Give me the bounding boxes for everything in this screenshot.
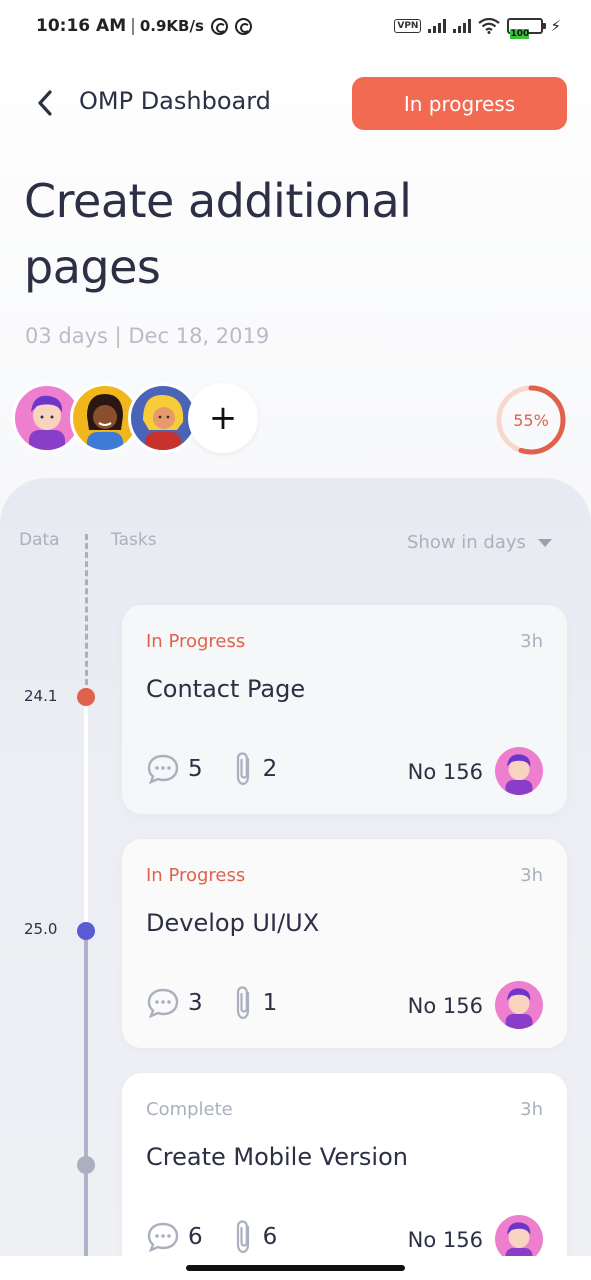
task-status: In Progress (146, 865, 246, 886)
comment-icon (147, 988, 179, 1019)
sync-icon (210, 17, 228, 35)
comment-count: 6 (188, 1224, 203, 1250)
status-bar-right: VPN 100 ⚡ (394, 17, 561, 39)
page-title: Create additional pages (24, 174, 412, 294)
show-in-days-dropdown[interactable]: Show in days (407, 532, 552, 553)
task-meta-row: 5 2 (146, 751, 307, 787)
home-indicator[interactable] (186, 1265, 405, 1271)
sync-icon (234, 17, 252, 35)
battery-level: 100 (510, 29, 530, 39)
task-meta-row: 3 1 (146, 985, 307, 1021)
task-card[interactable]: Complete 3h Create Mobile Version 6 6 No… (122, 1073, 567, 1273)
task-status: Complete (146, 1099, 233, 1120)
comment-count: 5 (188, 756, 203, 782)
task-duration: 3h (520, 631, 543, 652)
assignee-avatar[interactable] (495, 981, 543, 1029)
status-bar-left: 10:16 AM | 0.9KB/s (36, 16, 252, 36)
comment-icon (147, 1222, 179, 1253)
assignee-avatar[interactable] (495, 747, 543, 795)
timeline-date: 25.0 (24, 920, 58, 938)
paperclip-icon (236, 986, 249, 1020)
avatar-illustration (505, 754, 533, 795)
timeline-dashed-line (85, 534, 88, 694)
clock: 10:16 AM (36, 16, 127, 36)
task-meta: 03 days | Dec 18, 2019 (25, 324, 270, 348)
attachment-count: 6 (262, 1224, 278, 1250)
status-bar: 10:16 AM | 0.9KB/s VPN 100 ⚡ (0, 0, 591, 56)
comment-count: 3 (188, 990, 203, 1016)
timeline-line (84, 930, 88, 1260)
network-speed: 0.9KB/s (139, 17, 204, 35)
add-member-button[interactable]: + (188, 383, 258, 453)
ticket-number: No 156 (407, 760, 483, 784)
task-title: Develop UI/UX (146, 909, 320, 937)
ticket-number: No 156 (407, 1228, 483, 1252)
ticket-number: No 156 (407, 994, 483, 1018)
timeline-dot (77, 1156, 95, 1174)
paperclip-icon (236, 752, 249, 786)
vpn-icon: VPN (394, 19, 422, 33)
attachment-count: 1 (262, 990, 278, 1016)
task-card[interactable]: In Progress 3h Contact Page 5 2 No 156 (122, 605, 567, 814)
timeline-dot (77, 922, 95, 940)
chevron-left-icon (38, 90, 52, 116)
header-title: OMP Dashboard (79, 87, 271, 115)
column-header-tasks: Tasks (111, 530, 157, 550)
wifi-icon (478, 18, 501, 34)
task-duration: 3h (520, 865, 543, 886)
progress-label: 55% (513, 410, 549, 430)
task-title: Contact Page (146, 675, 306, 703)
task-title: Create Mobile Version (146, 1143, 408, 1171)
status-separator: | (130, 16, 136, 36)
battery-icon: 100 (507, 18, 547, 39)
back-button[interactable] (30, 86, 62, 120)
team-avatars: + (12, 383, 272, 455)
task-status: In Progress (146, 631, 246, 652)
task-card[interactable]: In Progress 3h Develop UI/UX 3 1 No 156 (122, 839, 567, 1048)
task-duration: 3h (520, 1099, 543, 1120)
avatar-illustration (143, 394, 184, 450)
timeline-line (84, 698, 88, 930)
comment-icon (147, 754, 179, 785)
task-meta-row: 6 6 (146, 1219, 307, 1255)
attachment-count: 2 (262, 756, 278, 782)
paperclip-icon (236, 1220, 249, 1254)
timeline-dot (77, 688, 95, 706)
column-header-data: Data (19, 530, 60, 550)
signal-icon (453, 19, 472, 33)
caret-down-icon (537, 538, 552, 547)
dropdown-label: Show in days (407, 532, 526, 553)
charging-icon: ⚡ (550, 17, 561, 35)
timeline-date: 24.1 (24, 687, 58, 705)
signal-icon (428, 19, 447, 33)
status-button[interactable]: In progress (352, 77, 567, 130)
avatar-illustration (505, 988, 533, 1029)
